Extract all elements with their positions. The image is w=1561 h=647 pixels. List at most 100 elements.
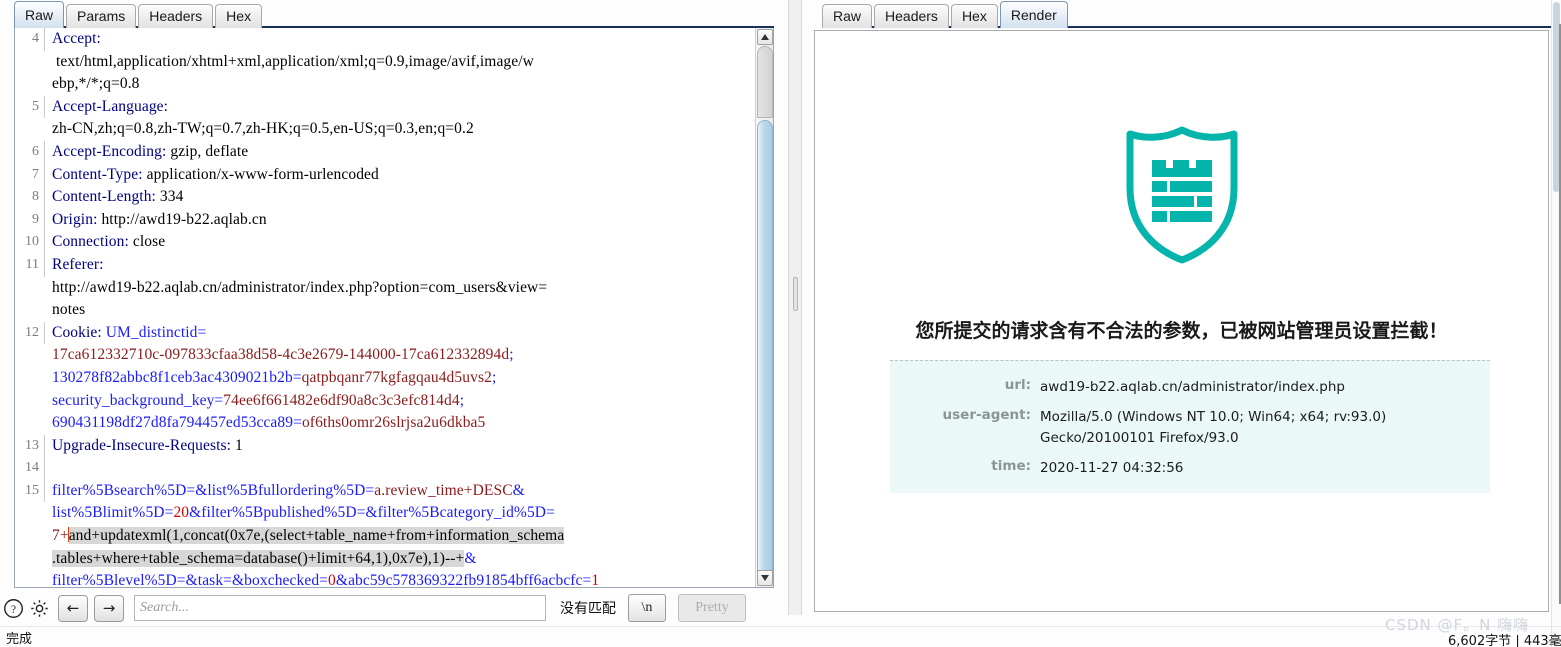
code-text-payload: filter%5Bsearch%5D=&list%5Bfullordering%… bbox=[45, 480, 755, 587]
header-name: Accept-Encoding: bbox=[52, 142, 167, 160]
scroll-up-button[interactable] bbox=[757, 29, 773, 45]
param-value: 7+ bbox=[52, 527, 69, 545]
block-info-box: url: awd19-b22.aqlab.cn/administrator/in… bbox=[890, 360, 1490, 493]
panel-splitter[interactable] bbox=[788, 0, 802, 615]
request-raw-text[interactable]: 4 Accept: text/html,application/xhtml+xm… bbox=[15, 28, 755, 587]
header-name: Connection: bbox=[52, 233, 129, 251]
search-previous-button[interactable]: ← bbox=[58, 594, 88, 622]
search-input[interactable] bbox=[134, 595, 546, 621]
code-row: 10 Connection: close bbox=[15, 231, 755, 254]
param-key: filter%5Bsearch%5D=&list%5Bfullordering%… bbox=[52, 481, 375, 499]
code-row: 13 Upgrade-Insecure-Requests: 1 bbox=[15, 434, 755, 458]
selected-payload-text[interactable]: and+updatexml(1,concat(0x7e,(select+tabl… bbox=[68, 527, 565, 545]
code-text: Upgrade-Insecure-Requests: 1 bbox=[45, 435, 755, 458]
cookie-eq: = bbox=[214, 391, 224, 409]
header-name: Accept-Language: bbox=[52, 97, 169, 115]
newline-toggle-button[interactable]: \n bbox=[628, 594, 666, 622]
line-number: 8 bbox=[15, 186, 45, 209]
cookie-value: 74ee6f661482e6df90a8c3c3efc814d4 bbox=[223, 391, 460, 409]
tab-hex-request[interactable]: Hex bbox=[215, 4, 263, 28]
param-value: 1 bbox=[591, 572, 600, 587]
code-text: Content-Length: 334 bbox=[45, 186, 755, 209]
header-value: 1 bbox=[231, 436, 243, 454]
header-name: Upgrade-Insecure-Requests: bbox=[52, 436, 232, 454]
param-key: abc59c578369322fb91854bff6acbcfc bbox=[348, 572, 583, 587]
search-next-button[interactable]: → bbox=[94, 594, 124, 622]
code-text: Connection: close bbox=[45, 231, 755, 254]
code-row-cookie: 12 Cookie: UM_distinctid= 17ca612332710c-… bbox=[15, 321, 755, 435]
block-warning-message: 您所提交的请求含有不合法的参数，已被网站管理员设置拦截！ bbox=[915, 320, 1448, 342]
code-text: Accept-Encoding: gzip, deflate bbox=[45, 141, 755, 164]
cookie-sep: ; bbox=[459, 391, 465, 409]
request-toolbar: ? ← → 没有匹配 \n Pretty bbox=[0, 590, 790, 626]
header-value: http://awd19-b22.aqlab.cn bbox=[97, 210, 267, 228]
info-row-user-agent: user-agent: Mozilla/5.0 (Windows NT 10.0… bbox=[890, 407, 1490, 449]
code-row: 5 Accept-Language: zh-CN,zh;q=0.8,zh-TW;q… bbox=[15, 95, 755, 141]
param-key: list%5Blimit%5D= bbox=[52, 504, 174, 522]
header-value: text/html,application/xhtml+xml,applicat… bbox=[52, 52, 534, 70]
line-number: 15 bbox=[15, 479, 45, 503]
arrow-up-icon bbox=[761, 34, 769, 40]
tab-render[interactable]: Render bbox=[999, 1, 1068, 28]
tab-headers-response[interactable]: Headers bbox=[874, 4, 949, 28]
cookie-value: of6ths0omr26slrjsa2u6dkba5 bbox=[301, 414, 486, 432]
scroll-down-button[interactable] bbox=[757, 570, 773, 586]
param-value: a.review_time+DESC bbox=[374, 481, 513, 499]
shield-icon-wrap bbox=[815, 124, 1548, 264]
request-panel: Raw Params Headers Hex 4 Accept: text/ht… bbox=[0, 0, 790, 647]
svg-text:?: ? bbox=[10, 603, 15, 615]
header-name: Content-Length: bbox=[52, 188, 156, 206]
header-value: 334 bbox=[155, 188, 184, 206]
cookie-value: qatpbqanr77kgfagqau4d5uvs2 bbox=[301, 368, 492, 386]
header-value-cont: notes bbox=[52, 301, 86, 319]
settings-button[interactable] bbox=[26, 595, 52, 621]
line-number: 6 bbox=[15, 140, 45, 164]
splitter-grip[interactable] bbox=[793, 277, 798, 311]
request-vertical-scrollbar[interactable] bbox=[755, 28, 773, 587]
param-sep: & bbox=[512, 481, 525, 499]
param-sep: & bbox=[335, 572, 349, 587]
header-name: Origin: bbox=[52, 210, 98, 228]
cookie-key: security_background_key bbox=[52, 391, 215, 409]
param-value: 20 bbox=[173, 504, 190, 522]
tab-hex-response[interactable]: Hex bbox=[950, 4, 998, 28]
info-value: awd19-b22.aqlab.cn/administrator/index.p… bbox=[1040, 379, 1345, 395]
request-editor-frame: 4 Accept: text/html,application/xhtml+xm… bbox=[14, 28, 774, 588]
header-name: Accept: bbox=[52, 30, 101, 47]
code-text: Accept-Language: zh-CN,zh;q=0.8,zh-TW;q=0… bbox=[45, 96, 755, 141]
selected-payload-text-cont[interactable]: .tables+where+table_schema=database()+li… bbox=[52, 549, 465, 567]
header-name: Referer: bbox=[52, 255, 104, 273]
header-value: application/x-www-form-urlencoded bbox=[142, 165, 379, 183]
info-key: user-agent: bbox=[942, 407, 1031, 423]
line-number: 11 bbox=[15, 253, 45, 277]
tab-params[interactable]: Params bbox=[66, 4, 137, 28]
tab-headers-request[interactable]: Headers bbox=[138, 4, 214, 28]
rendered-response-view: 您所提交的请求含有不合法的参数，已被网站管理员设置拦截！ url: awd19-… bbox=[814, 30, 1549, 612]
tab-raw-response[interactable]: Raw bbox=[822, 4, 873, 28]
info-value: 2020-11-27 04:32:56 bbox=[1040, 460, 1184, 476]
param-sep: & bbox=[464, 549, 477, 567]
line-number: 9 bbox=[15, 208, 45, 232]
line-number: 10 bbox=[15, 231, 45, 254]
cookie-key: 690431198df27d8fa794457ed53cca89 bbox=[52, 414, 294, 432]
code-row: 6 Accept-Encoding: gzip, deflate bbox=[15, 140, 755, 164]
line-number: 7 bbox=[15, 163, 45, 187]
help-button[interactable]: ? bbox=[0, 595, 26, 621]
cookie-value: 17ca612332710c-097833cfaa38d58-4c3e2679-… bbox=[52, 346, 510, 364]
scrollbar-thumb[interactable] bbox=[757, 120, 773, 586]
header-value: close bbox=[128, 233, 166, 251]
shield-firewall-icon bbox=[1126, 126, 1237, 264]
tab-raw-request[interactable]: Raw bbox=[14, 1, 65, 28]
cookie-key: UM_distinctid= bbox=[101, 323, 207, 341]
pretty-button[interactable]: Pretty bbox=[678, 594, 746, 622]
header-value: gzip, deflate bbox=[166, 142, 249, 160]
line-number: 13 bbox=[15, 434, 45, 458]
header-value: http://awd19-b22.aqlab.cn/administrator/… bbox=[52, 278, 548, 296]
scrollbar-track[interactable] bbox=[757, 46, 773, 118]
cookie-sep: ; bbox=[491, 368, 497, 386]
info-row-time: time: 2020-11-27 04:32:56 bbox=[890, 458, 1490, 479]
code-text: Referer: http://awd19-b22.aqlab.cn/admini… bbox=[45, 254, 755, 322]
code-row: 9 Origin: http://awd19-b22.aqlab.cn bbox=[15, 208, 755, 232]
info-key: url: bbox=[1004, 377, 1031, 393]
